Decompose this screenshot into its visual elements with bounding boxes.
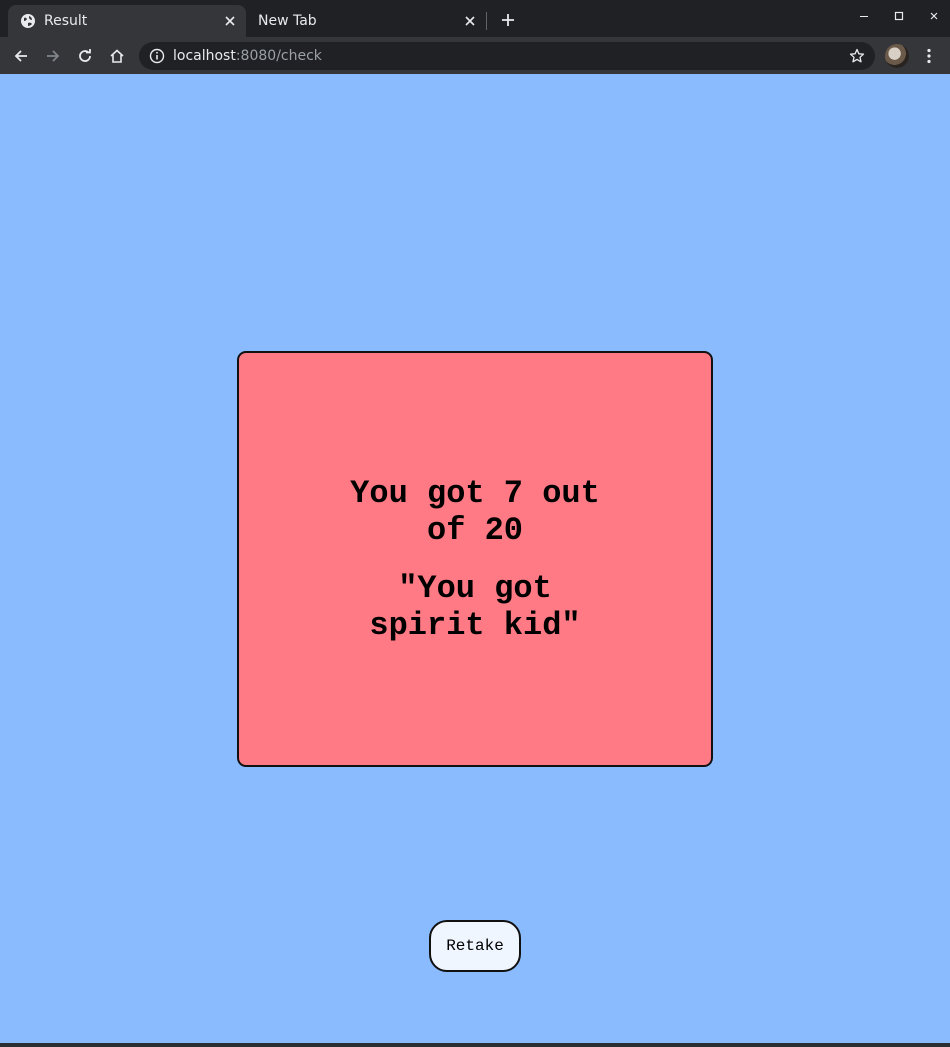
- close-icon: [930, 12, 938, 20]
- result-card: You got 7 out of 20 "You got spirit kid": [237, 351, 713, 767]
- window-bottom-edge: [0, 1043, 950, 1047]
- tab-title: New Tab: [258, 13, 317, 29]
- home-icon: [110, 49, 124, 63]
- tab-strip: Result New Tab: [0, 0, 950, 37]
- globe-icon: [20, 13, 36, 29]
- reload-button[interactable]: [72, 43, 98, 69]
- bookmark-star-icon[interactable]: [849, 48, 865, 64]
- forward-button[interactable]: [40, 43, 66, 69]
- tab-title: Result: [44, 13, 88, 29]
- minimize-icon: [860, 16, 868, 17]
- maximize-button[interactable]: [886, 6, 912, 26]
- score-text: You got 7 out of 20: [350, 474, 600, 549]
- address-bar[interactable]: localhost:8080/check: [139, 42, 875, 70]
- more-vert-icon: [927, 48, 931, 64]
- arrow-right-icon: [47, 50, 60, 62]
- browser-window: Result New Tab localhost:8080/check You …: [0, 0, 950, 1047]
- maximize-icon: [894, 11, 904, 21]
- close-window-button[interactable]: [921, 6, 947, 26]
- browser-toolbar: localhost:8080/check: [0, 37, 950, 74]
- retake-button[interactable]: Retake: [429, 920, 521, 972]
- tab-result[interactable]: Result: [8, 5, 246, 37]
- plus-icon: [502, 14, 514, 26]
- reload-icon: [79, 49, 91, 62]
- browser-menu-button[interactable]: [918, 45, 940, 67]
- quote-text: "You got spirit kid": [369, 569, 581, 644]
- profile-avatar[interactable]: [885, 44, 909, 68]
- close-icon[interactable]: [462, 13, 478, 29]
- close-icon[interactable]: [222, 13, 238, 29]
- back-button[interactable]: [8, 43, 34, 69]
- info-icon[interactable]: [149, 48, 165, 64]
- url-host: localhost: [173, 48, 236, 64]
- tab-separator: [486, 12, 487, 30]
- home-button[interactable]: [104, 43, 130, 69]
- url-text: localhost:8080/check: [173, 48, 322, 64]
- tab-new-tab[interactable]: New Tab: [246, 5, 486, 37]
- page-viewport: You got 7 out of 20 "You got spirit kid"…: [0, 74, 950, 1043]
- arrow-left-icon: [14, 50, 27, 62]
- minimize-button[interactable]: [851, 6, 877, 26]
- url-path: :8080/check: [235, 48, 322, 64]
- new-tab-button[interactable]: [496, 8, 520, 32]
